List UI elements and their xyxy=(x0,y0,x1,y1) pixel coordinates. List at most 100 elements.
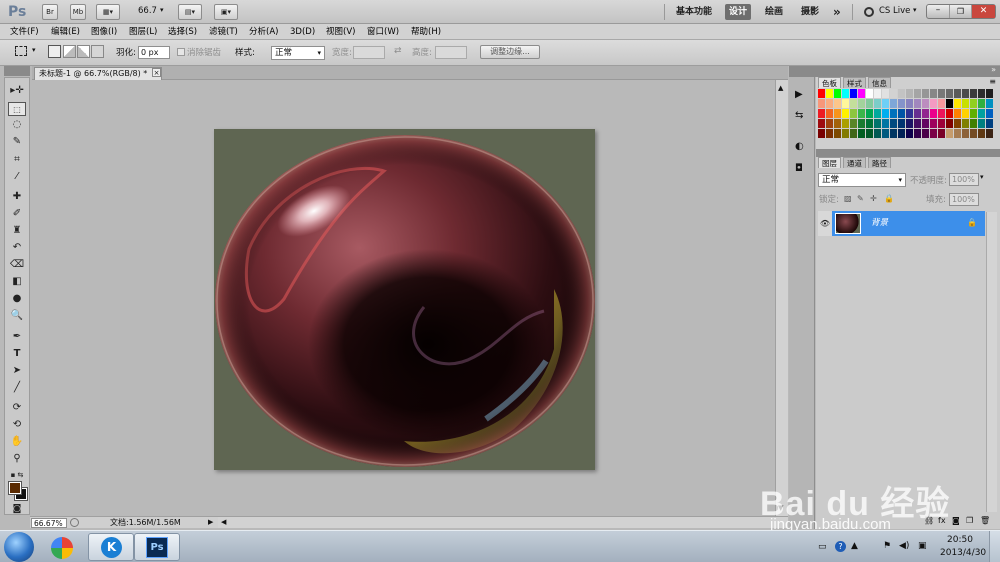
color-swatch[interactable] xyxy=(874,129,881,138)
color-swatch[interactable] xyxy=(946,99,953,108)
color-swatch[interactable] xyxy=(898,119,905,128)
hand-tool-icon[interactable]: ✋ xyxy=(8,435,26,449)
brush-tool-icon[interactable]: ✐ xyxy=(8,207,26,221)
color-swatch[interactable] xyxy=(826,99,833,108)
color-swatch[interactable] xyxy=(850,109,857,118)
color-swatch[interactable] xyxy=(826,109,833,118)
gradient-tool-icon[interactable]: ◧ xyxy=(8,275,26,289)
3d-orbit-icon[interactable]: ⟲ xyxy=(8,418,26,432)
color-swatch[interactable] xyxy=(890,129,897,138)
visibility-eye-icon[interactable]: 👁 xyxy=(818,211,832,236)
close-icon[interactable]: ✕ xyxy=(971,5,995,18)
color-swatch[interactable] xyxy=(858,109,865,118)
color-swatch[interactable] xyxy=(866,99,873,108)
start-button-icon[interactable] xyxy=(4,532,34,562)
minimize-icon[interactable]: – xyxy=(927,5,949,18)
taskbar-app-photoshop[interactable]: Ps xyxy=(134,533,180,561)
color-swatch[interactable] xyxy=(986,89,993,98)
menu-help[interactable]: 帮助(H) xyxy=(411,24,441,40)
actions-panel-icon[interactable]: ▶ xyxy=(795,89,803,100)
color-swatch[interactable] xyxy=(946,129,953,138)
color-swatch[interactable] xyxy=(818,109,825,118)
workspace-essentials[interactable]: 基本功能 xyxy=(672,4,716,20)
swap-icon[interactable]: ⇄ xyxy=(394,46,402,56)
color-swatch[interactable] xyxy=(906,99,913,108)
feather-input[interactable]: 0 px xyxy=(138,46,170,59)
new-layer-icon[interactable]: ❐ xyxy=(966,516,973,525)
color-swatch[interactable] xyxy=(922,99,929,108)
color-swatch[interactable] xyxy=(842,99,849,108)
color-swatch[interactable] xyxy=(890,119,897,128)
tab-paths[interactable]: 路径 xyxy=(868,157,891,168)
color-swatch[interactable] xyxy=(826,119,833,128)
color-swatch[interactable] xyxy=(882,99,889,108)
masks-panel-icon[interactable]: ◘ xyxy=(795,163,803,174)
color-swatch[interactable] xyxy=(850,129,857,138)
color-swatch[interactable] xyxy=(938,119,945,128)
color-swatch[interactable] xyxy=(874,89,881,98)
tray-network-icon[interactable]: ▭ xyxy=(818,542,827,552)
menu-file[interactable]: 文件(F) xyxy=(10,24,39,40)
color-swatch[interactable] xyxy=(986,119,993,128)
menu-image[interactable]: 图像(I) xyxy=(91,24,117,40)
color-swatch[interactable] xyxy=(930,119,937,128)
color-swatch[interactable] xyxy=(962,129,969,138)
color-swatch[interactable] xyxy=(978,99,985,108)
chevron-down-icon[interactable]: ▾ xyxy=(160,6,164,14)
chevron-down-icon[interactable]: ▾ xyxy=(913,6,917,14)
color-swatch[interactable] xyxy=(834,99,841,108)
menu-analysis[interactable]: 分析(A) xyxy=(249,24,278,40)
screen-mode-button[interactable]: ▣▾ xyxy=(214,4,238,20)
chevron-down-icon[interactable]: ▾ xyxy=(980,173,984,181)
color-swatch[interactable] xyxy=(850,119,857,128)
color-swatch[interactable] xyxy=(922,109,929,118)
marquee-tool-icon[interactable]: ⬚ xyxy=(8,102,26,116)
marquee-preset-icon[interactable] xyxy=(15,46,27,56)
bridge-button[interactable]: Br xyxy=(42,4,58,20)
color-swatch[interactable] xyxy=(930,89,937,98)
color-swatch[interactable] xyxy=(898,129,905,138)
color-swatch[interactable] xyxy=(962,109,969,118)
show-desktop-button[interactable] xyxy=(989,531,1000,562)
color-swatch[interactable] xyxy=(922,89,929,98)
blend-mode-select[interactable]: 正常 ▾ xyxy=(818,173,906,187)
intersect-selection-icon[interactable] xyxy=(91,45,104,58)
color-swatch[interactable] xyxy=(898,89,905,98)
color-swatch[interactable] xyxy=(938,89,945,98)
color-swatch[interactable] xyxy=(938,109,945,118)
color-swatch[interactable] xyxy=(818,119,825,128)
color-swatch[interactable] xyxy=(906,89,913,98)
menu-3d[interactable]: 3D(D) xyxy=(290,24,315,40)
color-swatch[interactable] xyxy=(842,129,849,138)
zoom-tool-icon[interactable]: ⚲ xyxy=(8,452,26,466)
fill-input[interactable]: 100% xyxy=(949,193,979,206)
document-canvas[interactable] xyxy=(214,129,595,470)
color-swatch[interactable] xyxy=(834,89,841,98)
arrange-documents-button[interactable]: ▤▾ xyxy=(178,4,202,20)
color-swatch[interactable] xyxy=(898,109,905,118)
restore-icon[interactable]: ❐ xyxy=(949,5,971,18)
cs-live-label[interactable]: CS Live xyxy=(879,6,910,16)
color-swatch[interactable] xyxy=(954,99,961,108)
menu-select[interactable]: 选择(S) xyxy=(168,24,197,40)
default-colors-icon[interactable]: ▪ ⇆ xyxy=(8,468,26,482)
color-swatch[interactable] xyxy=(986,129,993,138)
status-options-icon[interactable] xyxy=(70,518,79,527)
menu-view[interactable]: 视图(V) xyxy=(326,24,355,40)
style-select[interactable]: 正常 ▾ xyxy=(271,46,325,60)
color-swatch[interactable] xyxy=(978,89,985,98)
color-swatch[interactable] xyxy=(842,109,849,118)
chevron-down-icon[interactable]: ▾ xyxy=(32,46,36,54)
color-swatch[interactable] xyxy=(970,89,977,98)
history-panel-icon[interactable]: ⇆ xyxy=(795,110,803,121)
tray-arrow-icon[interactable]: ▲ xyxy=(851,541,858,551)
panel-menu-icon[interactable]: ≡ xyxy=(989,77,996,86)
crop-tool-icon[interactable]: ⌗ xyxy=(8,153,26,167)
color-swatch[interactable] xyxy=(882,129,889,138)
add-selection-icon[interactable] xyxy=(63,45,76,58)
color-swatch[interactable] xyxy=(986,109,993,118)
more-workspaces-icon[interactable]: » xyxy=(829,4,845,20)
zoom-field[interactable]: 66.67% xyxy=(31,518,67,528)
color-swatch[interactable] xyxy=(962,99,969,108)
scroll-left-icon[interactable]: ◀ xyxy=(221,518,226,526)
